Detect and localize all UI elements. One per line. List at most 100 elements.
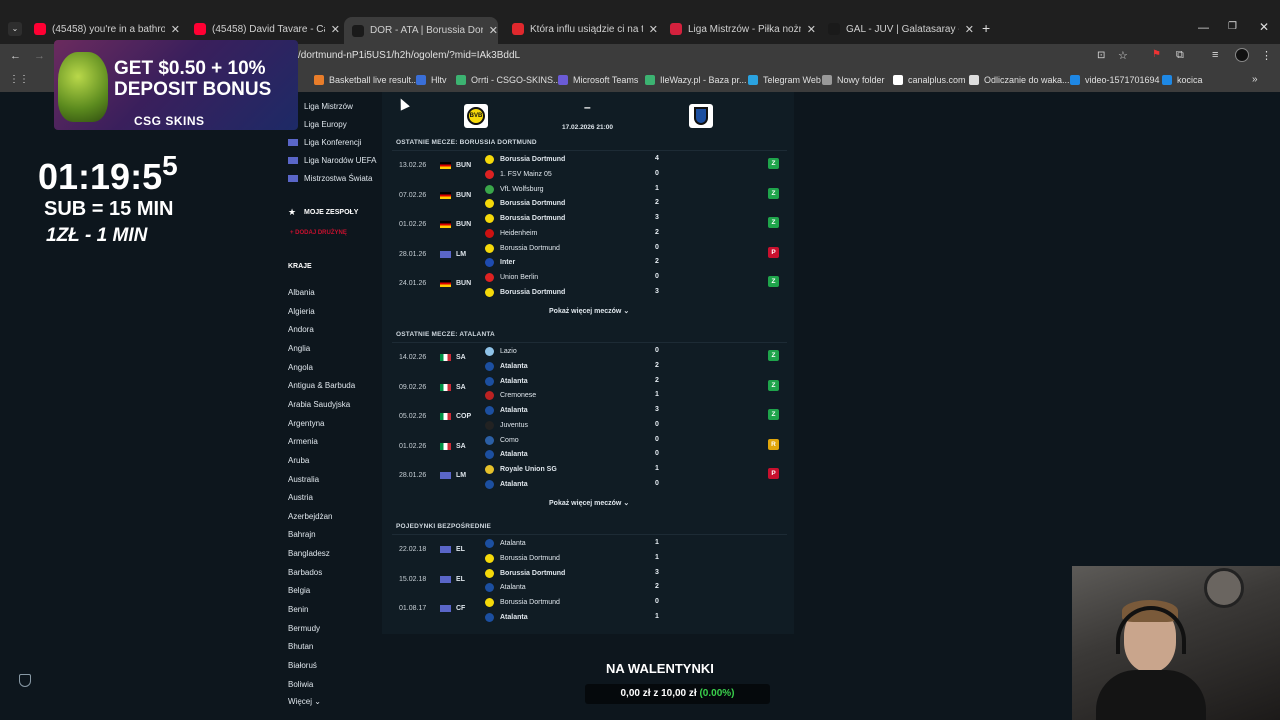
country-item[interactable]: Aruba [288,456,309,465]
country-item[interactable]: Bangladesz [288,549,330,558]
team-name[interactable]: Atalanta [485,406,528,415]
team-name[interactable]: VfL Wolfsburg [485,184,544,194]
menu-kebab-icon[interactable]: ⋮ [1261,49,1272,62]
ata-show-more-link[interactable]: Pokaż więcej meczów ⌄ [549,499,629,507]
bookmark-star-icon[interactable]: ☆ [1118,49,1128,62]
maximize-window-icon[interactable]: ❐ [1228,21,1237,32]
country-item[interactable]: Belgia [288,586,310,595]
close-tab-icon[interactable]: ✕ [807,23,816,36]
bookmark-item[interactable]: Orrti - CSGO-SKINS... [456,75,561,85]
team-name[interactable]: Atalanta [485,361,528,371]
country-item[interactable]: Austria [288,493,313,502]
forward-icon[interactable]: → [34,50,45,62]
more-countries-link[interactable]: Więcej ⌄ [288,697,321,706]
country-item[interactable]: Anglia [288,344,310,353]
team-name[interactable]: Atalanta [485,376,528,386]
away-team-logo[interactable] [689,104,713,128]
extensions-puzzle-icon[interactable]: ⧉ [1176,49,1184,62]
country-item[interactable]: Bermudy [288,624,320,633]
tab-3[interactable]: DOR - ATA | Borussia Dortmund ✕ [344,17,498,44]
team-name[interactable]: Royale Union SG [485,465,557,474]
team-name[interactable]: Borussia Dortmund [485,214,565,223]
country-item[interactable]: Albania [288,288,315,297]
team-name[interactable]: Borussia Dortmund [485,243,560,253]
tab-2[interactable]: (45458) David Tavare - Call ✕ [186,17,340,41]
add-team-link[interactable]: + DODAJ DRUŻYNĘ [290,230,347,236]
bookmark-item[interactable]: Nowy folder [822,75,885,85]
country-item[interactable]: Armenia [288,437,318,446]
tab-5[interactable]: Liga Mistrzów - Piłka nożna : le ✕ [662,17,816,41]
close-window-icon[interactable]: ✕ [1259,20,1269,34]
url-field[interactable]: /dortmund-nP1i5US1/h2h/ogolem/?mid=IAk3B… [298,50,520,61]
tab-4[interactable]: Która influ usiądzie ci na twarzy ✕ [504,17,658,41]
team-name[interactable]: Atalanta [485,583,526,592]
bookmark-item[interactable]: canalplus.com [893,75,966,85]
country-item[interactable]: Andora [288,325,314,334]
csgo-skins-ad-banner[interactable]: GET $0.50 + 10% DEPOSIT BONUS CSG SKINS [54,40,298,130]
bookmark-item[interactable]: IleWazy.pl - Baza pr... [645,75,747,85]
team-name[interactable]: Inter [485,258,515,267]
profile-avatar-icon[interactable] [1235,48,1249,62]
team-name[interactable]: Borussia Dortmund [485,553,560,563]
bookmark-item[interactable]: video-1571701694 [1070,75,1160,85]
country-item[interactable]: Barbados [288,568,322,577]
sidebar-league-item[interactable]: Mistrzostwa Świata [288,174,372,183]
country-item[interactable]: Bahrajn [288,530,316,539]
team-name[interactable]: Juventus [485,420,528,430]
country-item[interactable]: Boliwia [288,680,313,689]
back-icon[interactable]: ← [10,50,21,62]
team-name[interactable]: Lazio [485,347,517,356]
home-team-logo[interactable]: BVB [464,104,488,128]
team-name[interactable]: Atalanta [485,450,528,459]
bookmark-item[interactable]: Telegram Web [748,75,821,85]
team-name[interactable]: Como [485,435,519,445]
team-name[interactable]: Atalanta [485,539,526,548]
country-item[interactable]: Benin [288,605,308,614]
minimize-window-icon[interactable]: — [1198,22,1209,34]
install-app-icon[interactable]: ⊡ [1097,50,1105,61]
extension-red-icon[interactable]: ⚑ [1152,49,1161,60]
team-name[interactable]: Atalanta [485,479,528,489]
team-name[interactable]: Borussia Dortmund [485,568,565,578]
team-name[interactable]: Union Berlin [485,273,538,282]
country-item[interactable]: Antigua & Barbuda [288,381,355,390]
close-tab-icon[interactable]: ✕ [649,23,658,36]
close-tab-icon[interactable]: ✕ [171,23,180,36]
sidebar-league-item[interactable]: Liga Mistrzów [304,102,353,111]
sidebar-league-item[interactable]: Liga Narodów UEFA [288,156,376,165]
tab-1[interactable]: (45458) you're in a bathroom at ✕ [26,17,180,41]
country-item[interactable]: Azerbejdżan [288,512,332,521]
team-name[interactable]: Atalanta [485,612,528,622]
close-tab-icon[interactable]: ✕ [965,23,974,36]
bvb-show-more-link[interactable]: Pokaż więcej meczów ⌄ [549,307,629,315]
bookmark-item[interactable]: Microsoft Teams [558,75,638,85]
country-item[interactable]: Bhutan [288,642,313,651]
team-name[interactable]: 1. FSV Mainz 05 [485,169,552,179]
bookmark-item[interactable]: Odliczanie do waka... [969,75,1070,85]
country-item[interactable]: Angola [288,363,313,372]
country-item[interactable]: Argentyna [288,419,324,428]
bookmarks-overflow-icon[interactable]: » [1252,74,1258,85]
country-item[interactable]: Algieria [288,307,315,316]
bookmark-item[interactable]: kocica [1162,75,1203,85]
close-tab-icon[interactable]: ✕ [331,23,340,36]
country-item[interactable]: Australia [288,475,319,484]
shield-icon[interactable] [19,674,31,687]
team-name[interactable]: Heidenheim [485,228,537,238]
media-controls-icon[interactable]: ≡ [1212,49,1218,61]
team-name[interactable]: Borussia Dortmund [485,598,560,607]
team-name[interactable]: Borussia Dortmund [485,287,565,297]
bookmark-item[interactable]: Basketball live result... [314,75,419,85]
close-tab-icon[interactable]: ✕ [489,24,498,37]
sidebar-league-item[interactable]: Liga Konferencji [288,138,361,147]
sidebar-league-item[interactable]: Liga Europy [304,120,347,129]
bookmark-item[interactable]: Hltv [416,75,447,85]
new-tab-icon[interactable]: + [982,20,990,36]
country-item[interactable]: Arabia Saudyjska [288,400,350,409]
apps-grid-icon[interactable]: ⋮⋮ [9,74,29,85]
team-name[interactable]: Borussia Dortmund [485,199,565,208]
country-item[interactable]: Białoruś [288,661,317,670]
tab-6[interactable]: GAL - JUV | Galatasaray - Juven ✕ [820,17,974,41]
tab-search-chevron-icon[interactable]: ⌄ [8,22,22,36]
team-name[interactable]: Cremonese [485,391,536,400]
